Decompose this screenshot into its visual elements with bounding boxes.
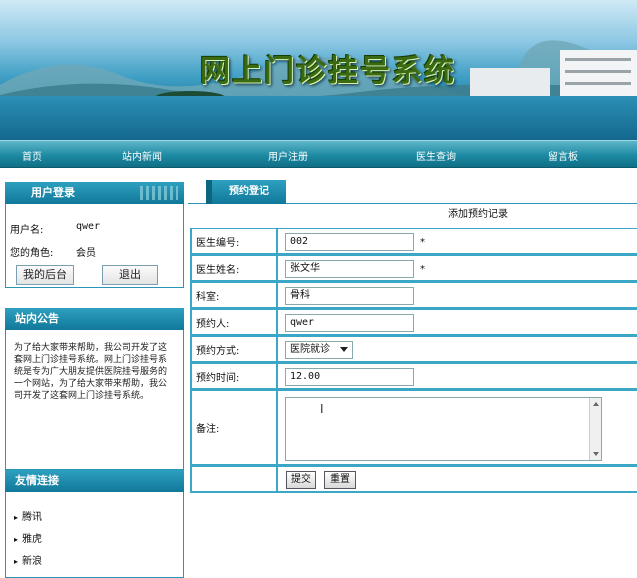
bullet-icon: ▸ [14, 535, 19, 544]
links-heading: 友情连接 [15, 474, 59, 487]
tab-appointment[interactable]: 预约登记 [212, 180, 286, 204]
department-input[interactable]: 骨科 [285, 287, 414, 305]
doctor-name-input[interactable]: 张文华 [285, 260, 414, 278]
link-yahoo[interactable]: ▸ 雅虎 [14, 530, 42, 545]
my-backend-button[interactable]: 我的后台 [16, 265, 74, 285]
patient-label: 预约人: [192, 310, 278, 334]
username-label: 用户名: [10, 225, 44, 236]
method-select[interactable]: 医院就诊 [285, 341, 353, 359]
form-title: 添加预约记录 [448, 209, 508, 220]
main-nav: 首页 站内新闻 用户注册 医生查询 留言板 [0, 140, 637, 168]
tab-strip: 预约登记 [188, 180, 637, 204]
reset-button[interactable]: 重置 [324, 471, 356, 489]
form-row-doctor-name: 医生姓名: 张文华 * [192, 255, 637, 282]
nav-item-register[interactable]: 用户注册 [268, 148, 308, 163]
form-row-time: 预约时间: 12.00 [192, 363, 637, 390]
patient-input[interactable]: qwer [285, 314, 414, 332]
link-tencent[interactable]: ▸ 腾讯 [14, 508, 42, 523]
nav-item-home[interactable]: 首页 [22, 148, 42, 163]
sidebar: 用户登录 用户名: qwer 您的角色: 会员 我的后台 退出 站内公告 为了给… [5, 182, 184, 578]
method-select-value: 医院就诊 [290, 344, 330, 355]
link-sina[interactable]: ▸ 新浪 [14, 552, 42, 567]
nav-item-news[interactable]: 站内新闻 [122, 148, 162, 163]
link-label: 新浪 [22, 556, 43, 567]
logout-button[interactable]: 退出 [102, 265, 158, 285]
bullet-icon: ▸ [14, 513, 19, 522]
nav-item-doctor-search[interactable]: 医生查询 [416, 148, 456, 163]
form-row-doctor-id: 医生编号: 002 * [192, 228, 637, 255]
actions-label-cell [192, 467, 278, 491]
site-title: 网上门诊挂号系统 [200, 54, 456, 89]
form-row-method: 预约方式: 医院就诊 [192, 336, 637, 363]
form-row-actions: 提交 重置 [192, 466, 637, 493]
remark-label: 备注: [192, 391, 278, 464]
role-label: 您的角色: [10, 248, 54, 259]
textarea-scrollbar[interactable] [589, 398, 601, 460]
doctor-id-input[interactable]: 002 [285, 233, 414, 251]
required-mark: * [420, 264, 425, 275]
time-input[interactable]: 12.00 [285, 368, 414, 386]
header-decoration [140, 186, 178, 200]
link-label: 雅虎 [22, 534, 43, 545]
submit-button[interactable]: 提交 [286, 471, 316, 489]
banner-water [0, 96, 637, 140]
notice-heading: 站内公告 [15, 312, 59, 325]
login-panel: 用户名: qwer 您的角色: 会员 我的后台 退出 [5, 204, 184, 288]
links-panel: ▸ 腾讯 ▸ 雅虎 ▸ 新浪 [5, 492, 184, 578]
bullet-icon: ▸ [14, 557, 19, 566]
link-label: 腾讯 [22, 512, 43, 523]
login-heading: 用户登录 [31, 186, 75, 199]
scroll-down-icon[interactable] [593, 452, 599, 456]
username-value: qwer [76, 221, 101, 232]
form-row-remark: 备注: I [192, 390, 637, 466]
form-row-patient: 预约人: qwer [192, 309, 637, 336]
site-banner: 网上门诊挂号系统 [0, 0, 637, 140]
scroll-up-icon[interactable] [593, 402, 599, 406]
form-row-department: 科室: 骨科 [192, 282, 637, 309]
required-mark: * [420, 237, 425, 248]
notice-text: 为了给大家带来帮助，我公司开发了这套网上门诊挂号系统。网上门诊挂号系统是专为广大… [14, 343, 168, 401]
method-label: 预约方式: [192, 337, 278, 361]
nav-item-guestbook[interactable]: 留言板 [548, 148, 578, 163]
chevron-down-icon [340, 347, 348, 352]
text-cursor-icon: I [320, 402, 324, 416]
time-label: 预约时间: [192, 364, 278, 388]
department-label: 科室: [192, 283, 278, 307]
role-value: 会员 [76, 248, 96, 259]
notice-panel-header: 站内公告 [5, 308, 184, 330]
notice-panel: 为了给大家带来帮助，我公司开发了这套网上门诊挂号系统。网上门诊挂号系统是专为广大… [5, 330, 184, 470]
appointment-form: 医生编号: 002 * 医生姓名: 张文华 * 科室: 骨科 预约人: qwer… [190, 228, 637, 493]
links-panel-header: 友情连接 [5, 470, 184, 492]
doctor-name-label: 医生姓名: [192, 256, 278, 280]
remark-textarea-chrome: I [285, 397, 602, 461]
login-panel-header: 用户登录 [5, 182, 184, 204]
doctor-id-label: 医生编号: [192, 229, 278, 253]
